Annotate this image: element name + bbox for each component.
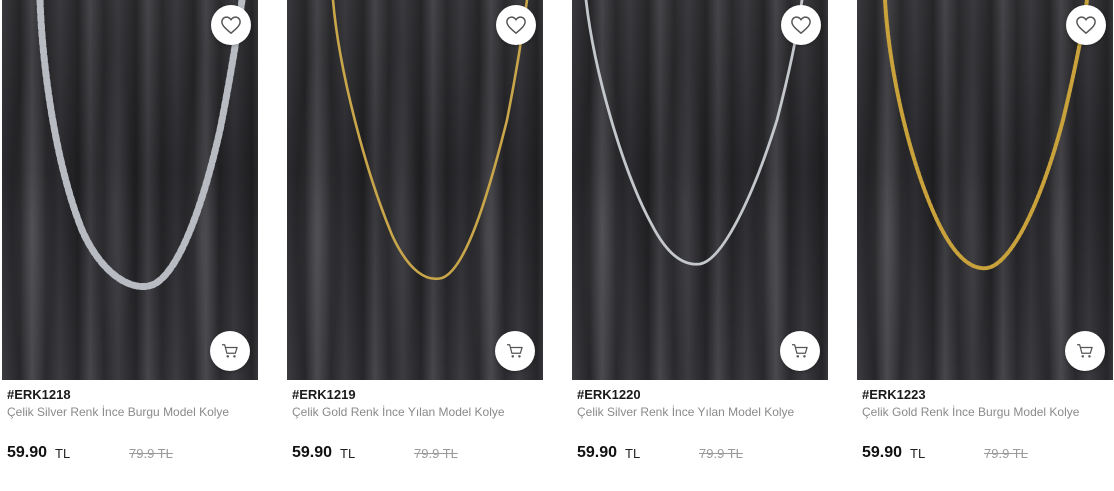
price-currency: TL [625, 446, 641, 461]
necklace-illustration [883, 0, 1089, 271]
product-price: 59.90 [7, 444, 48, 461]
cart-icon [507, 344, 523, 358]
cart-icon [222, 344, 238, 358]
product-grid: #ERK1218 Çelik Silver Renk İnce Burgu Mo… [0, 0, 1114, 491]
product-name[interactable]: Çelik Silver Renk İnce Burgu Model Kolye [7, 405, 229, 419]
necklace-chain [883, 0, 1089, 271]
add-to-cart-button[interactable] [495, 331, 535, 371]
product-image[interactable] [572, 0, 828, 380]
product-code[interactable]: #ERK1218 [7, 387, 71, 402]
add-to-cart-button[interactable] [1065, 331, 1105, 371]
heart-icon [221, 16, 241, 35]
product-price: 59.90 [862, 444, 903, 461]
product-card[interactable]: #ERK1223 Çelik Gold Renk İnce Burgu Mode… [855, 0, 1113, 491]
product-card[interactable]: #ERK1219 Çelik Gold Renk İnce Yılan Mode… [285, 0, 543, 491]
old-price: 79.9 TL [984, 446, 1028, 461]
product-image[interactable] [857, 0, 1113, 380]
favorite-button[interactable] [211, 5, 251, 45]
product-name[interactable]: Çelik Gold Renk İnce Yılan Model Kolye [292, 405, 505, 419]
favorite-button[interactable] [781, 5, 821, 45]
favorite-button[interactable] [1066, 5, 1106, 45]
product-price: 59.90 [292, 444, 333, 461]
favorite-button[interactable] [496, 5, 536, 45]
necklace-chain [331, 0, 529, 281]
cart-icon [792, 344, 808, 358]
heart-icon [1076, 16, 1096, 35]
price-currency: TL [910, 446, 926, 461]
add-to-cart-button[interactable] [210, 331, 250, 371]
product-image[interactable] [2, 0, 258, 380]
heart-icon [791, 16, 811, 35]
old-price: 79.9 TL [129, 446, 173, 461]
product-price: 59.90 [577, 444, 618, 461]
product-code[interactable]: #ERK1219 [292, 387, 356, 402]
product-card[interactable]: #ERK1220 Çelik Silver Renk İnce Yılan Mo… [570, 0, 828, 491]
price-currency: TL [340, 446, 356, 461]
price-currency: TL [55, 446, 71, 461]
necklace-illustration [331, 0, 529, 281]
heart-icon [506, 16, 526, 35]
product-image[interactable] [287, 0, 543, 380]
necklace-illustration [36, 0, 246, 290]
necklace-illustration [584, 0, 804, 266]
product-code[interactable]: #ERK1223 [862, 387, 926, 402]
product-card[interactable]: #ERK1218 Çelik Silver Renk İnce Burgu Mo… [0, 0, 258, 491]
necklace-chain [36, 0, 246, 290]
cart-icon [1077, 344, 1093, 358]
add-to-cart-button[interactable] [780, 331, 820, 371]
product-name[interactable]: Çelik Gold Renk İnce Burgu Model Kolye [862, 405, 1079, 419]
product-code[interactable]: #ERK1220 [577, 387, 641, 402]
old-price: 79.9 TL [699, 446, 743, 461]
necklace-chain [584, 0, 804, 266]
product-name[interactable]: Çelik Silver Renk İnce Yılan Model Kolye [577, 405, 794, 419]
old-price: 79.9 TL [414, 446, 458, 461]
